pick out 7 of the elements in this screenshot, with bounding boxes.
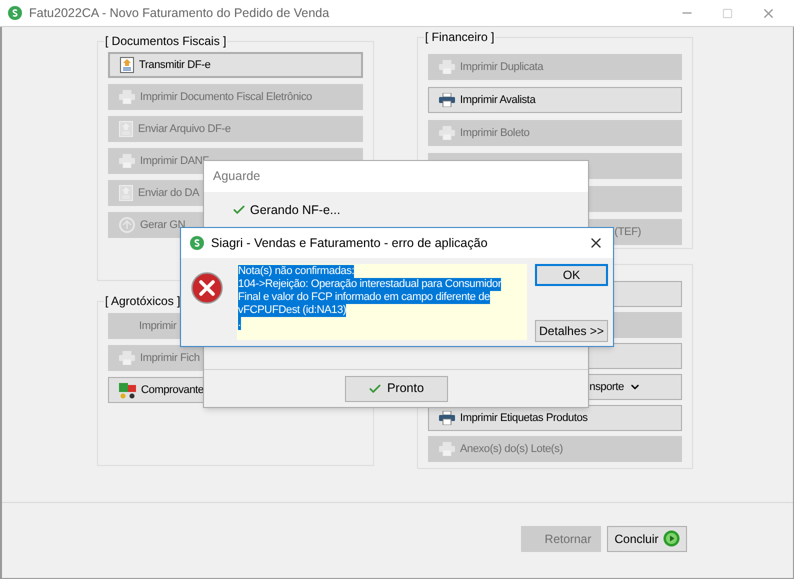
step-label: Gerando NF-e...	[250, 202, 340, 219]
window-title: Fatu2022CA - Novo Faturamento do Pedido de Venda	[29, 4, 330, 22]
group-label: [ Documentos Fiscais ]	[104, 33, 228, 49]
group-label: [ Agrotóxicos ]	[104, 293, 182, 309]
group-label: [ Financeiro ]	[424, 29, 496, 45]
dialog-title: Aguarde	[213, 168, 260, 186]
dialog-title: Siagri - Vendas e Faturamento - erro de aplicação	[211, 234, 488, 252]
